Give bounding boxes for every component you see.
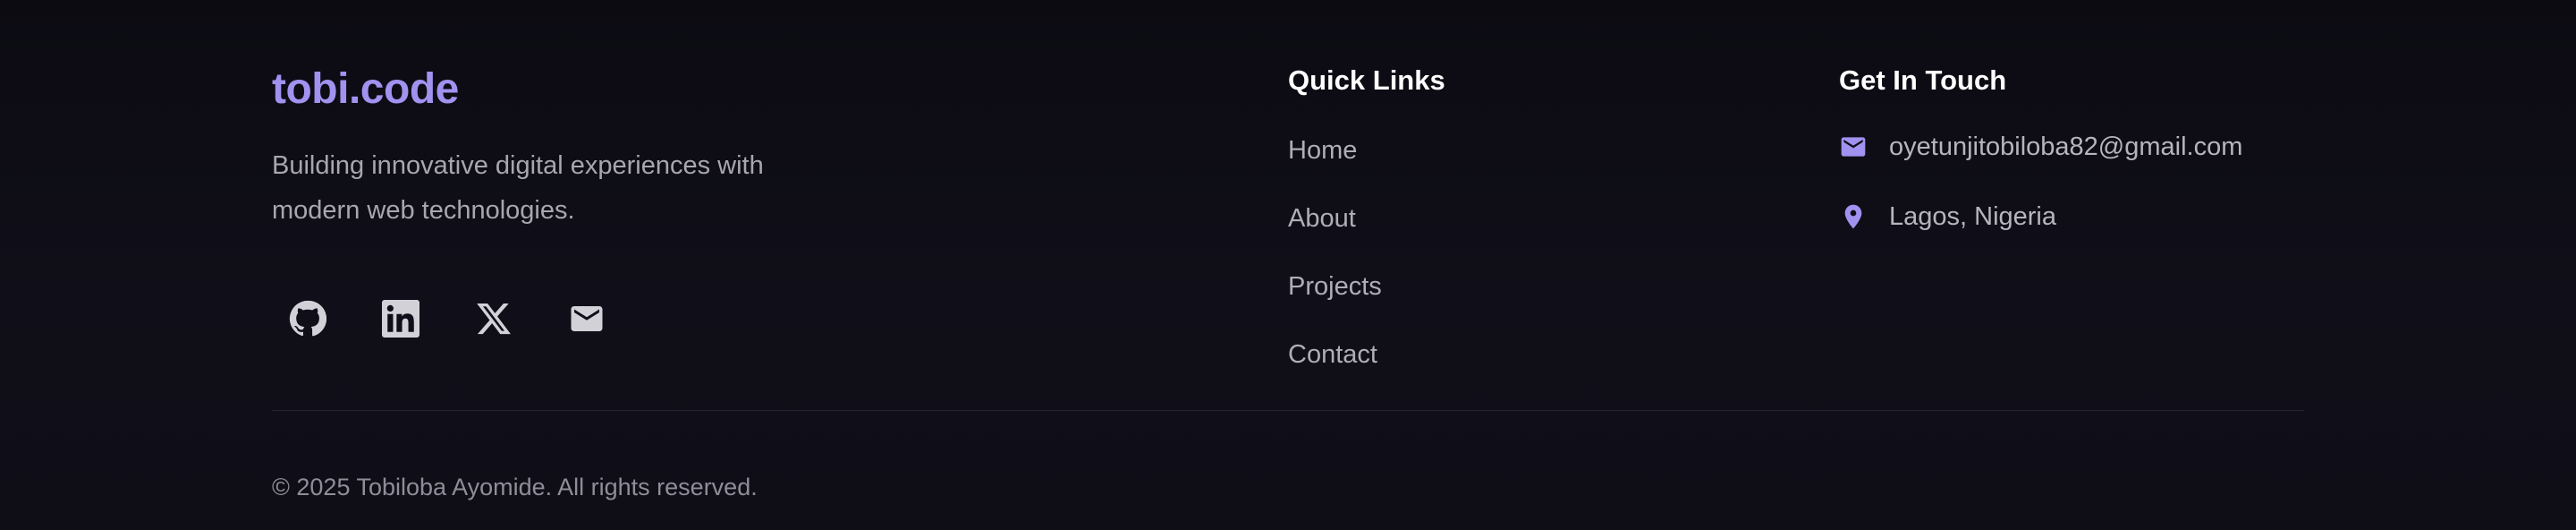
contact-location: Lagos, Nigeria: [1839, 199, 2056, 235]
quick-link-projects[interactable]: Projects: [1288, 269, 1382, 337]
mail-icon: [1841, 137, 1866, 157]
copyright-text: © 2025 Tobiloba Ayomide. All rights rese…: [272, 474, 758, 500]
contact-location-text: Lagos, Nigeria: [1889, 202, 2056, 231]
footer-divider: [272, 410, 2304, 411]
contact-email-text: oyetunjitobiloba82@gmail.com: [1889, 132, 2243, 161]
location-pin-icon: [1844, 204, 1862, 229]
contact-email[interactable]: oyetunjitobiloba82@gmail.com: [1839, 129, 2242, 165]
quick-link-about[interactable]: About: [1288, 201, 1382, 269]
brand-description-line: modern web technologies.: [272, 196, 575, 225]
linkedin-icon: [382, 300, 419, 338]
x-icon: [477, 303, 511, 335]
github-icon: [289, 300, 326, 337]
quick-links-heading: Quick Links: [1288, 64, 1445, 96]
mail-link[interactable]: [551, 283, 623, 355]
brand-logo[interactable]: tobi.code: [272, 63, 459, 116]
mail-icon: [571, 306, 603, 331]
github-link[interactable]: [272, 283, 343, 355]
site-footer: tobi.code Building innovative digital ex…: [0, 0, 2576, 530]
get-in-touch-heading: Get In Touch: [1839, 64, 2007, 96]
quick-link-contact[interactable]: Contact: [1288, 337, 1382, 405]
social-links: [272, 283, 623, 355]
quick-link-home[interactable]: Home: [1288, 132, 1382, 201]
brand-description: Building innovative digital experiences …: [272, 143, 898, 233]
brand-description-line: Building innovative digital experiences …: [272, 151, 764, 180]
quick-links-list: Home About Projects Contact: [1288, 132, 1382, 405]
x-link[interactable]: [458, 283, 530, 355]
linkedin-link[interactable]: [365, 283, 436, 355]
